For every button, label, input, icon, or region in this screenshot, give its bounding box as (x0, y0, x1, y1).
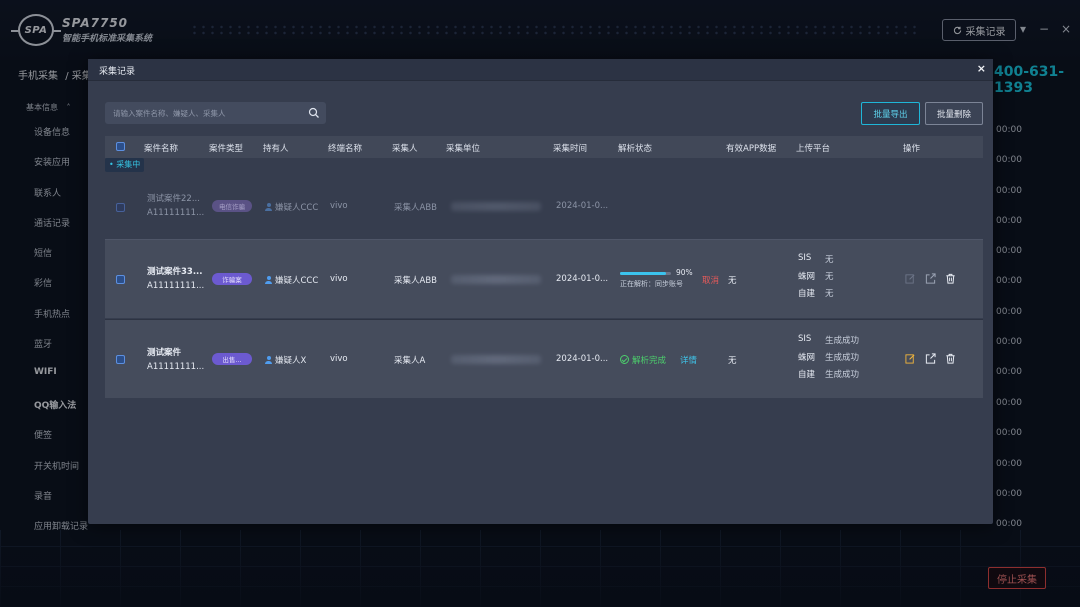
case-id: A11111111... (147, 362, 205, 372)
close-icon[interactable]: × (977, 62, 986, 75)
user-icon (265, 203, 272, 211)
column-header: 上传平台 (796, 144, 831, 154)
parse-progress-bar (620, 272, 671, 275)
table-row: 测试案件22... A11111111... 电信诈骗 嫌疑人CCC vivo … (105, 172, 983, 239)
collect-time: 2024-01-0... (556, 201, 609, 211)
platform-name: 自建 (798, 289, 816, 299)
table-row: 测试案件33... A11111111... 诈骗案 嫌疑人CCC vivo 采… (105, 239, 983, 318)
edit-icon[interactable] (905, 353, 916, 364)
case-name: 测试案件 (147, 348, 182, 358)
column-header: 案件类型 (209, 144, 244, 154)
blurred-unit (451, 202, 541, 211)
case-id: A11111111... (147, 281, 205, 291)
case-name: 测试案件33... (147, 267, 203, 277)
progress-percent: 90% (676, 268, 693, 277)
search-box (105, 102, 326, 124)
search-input[interactable] (113, 106, 303, 120)
platform-status: 无 (825, 289, 834, 299)
column-header: 操作 (903, 144, 921, 154)
column-header: 持有人 (263, 144, 289, 154)
column-header: 采集人 (392, 144, 418, 154)
select-all-checkbox[interactable] (116, 142, 125, 151)
collector: 采集人A (394, 356, 426, 366)
row-checkbox[interactable] (116, 355, 125, 364)
trash-icon[interactable] (945, 273, 956, 284)
valid-app-data: 无 (728, 356, 737, 366)
platform-name: 自建 (798, 370, 816, 380)
parse-status: 解析完成 (620, 354, 666, 366)
column-header: 采集单位 (446, 144, 481, 154)
platform-status: 生成成功 (825, 353, 860, 363)
parse-status-text: 正在解析：同步账号 (620, 280, 683, 288)
export-icon[interactable] (925, 353, 936, 364)
collect-time: 2024-01-0... (556, 274, 609, 284)
platform-name: 蛛网 (798, 353, 816, 363)
export-icon[interactable] (925, 273, 936, 284)
blurred-unit (451, 275, 541, 284)
terminal: vivo (330, 354, 348, 364)
cancel-parse-link[interactable]: 取消 (702, 274, 719, 286)
case-type-badge: 电信诈骗 (212, 200, 252, 212)
column-header: 案件名称 (144, 144, 179, 154)
collector: 采集人ABB (394, 203, 437, 213)
parse-progress-fill (620, 272, 666, 275)
user-icon (265, 276, 272, 284)
records-modal: 采集记录 × 批量导出 批量删除 案件名称 案件类型 持有人 终端名称 采集人 … (88, 59, 993, 524)
blurred-unit (451, 355, 541, 364)
detail-link[interactable]: 详情 (680, 354, 697, 366)
check-circle-icon (620, 355, 629, 364)
terminal: vivo (330, 201, 348, 211)
edit-icon[interactable] (905, 273, 916, 284)
holder: 嫌疑人X (265, 354, 306, 366)
batch-export-button[interactable]: 批量导出 (861, 102, 920, 125)
table-header: 案件名称 案件类型 持有人 终端名称 采集人 采集单位 采集时间 解析状态 有效… (105, 136, 983, 158)
case-type-badge: 诈骗案 (212, 273, 252, 285)
case-name: 测试案件22... (147, 194, 200, 204)
search-icon[interactable] (308, 107, 320, 119)
row-checkbox[interactable] (116, 203, 125, 212)
column-header: 采集时间 (553, 144, 588, 154)
collector: 采集人ABB (394, 276, 437, 286)
modal-titlebar: 采集记录 × (88, 59, 993, 81)
table-row: 测试案件 A11111111... 出售... 嫌疑人X vivo 采集人A 2… (105, 319, 983, 398)
platform-name: 蛛网 (798, 272, 816, 282)
row-checkbox[interactable] (116, 275, 125, 284)
platform-status: 无 (825, 255, 834, 265)
user-icon (265, 356, 272, 364)
platform-status: 无 (825, 272, 834, 282)
holder: 嫌疑人CCC (265, 201, 318, 213)
platform-status: 生成成功 (825, 336, 860, 346)
holder: 嫌疑人CCC (265, 274, 318, 286)
collecting-status-tag: • 采集中 (105, 158, 145, 172)
batch-delete-button[interactable]: 批量删除 (925, 102, 983, 125)
valid-app-data: 无 (728, 276, 737, 286)
trash-icon[interactable] (945, 353, 956, 364)
column-header: 解析状态 (618, 144, 653, 154)
platform-status: 生成成功 (825, 370, 860, 380)
column-header: 有效APP数据 (726, 144, 777, 154)
collect-time: 2024-01-0... (556, 354, 609, 364)
terminal: vivo (330, 274, 348, 284)
platform-name: SIS (798, 334, 812, 344)
modal-title: 采集记录 (99, 67, 136, 77)
case-id: A11111111... (147, 208, 205, 218)
column-header: 终端名称 (328, 144, 363, 154)
case-type-badge: 出售... (212, 353, 252, 365)
platform-name: SIS (798, 253, 812, 263)
